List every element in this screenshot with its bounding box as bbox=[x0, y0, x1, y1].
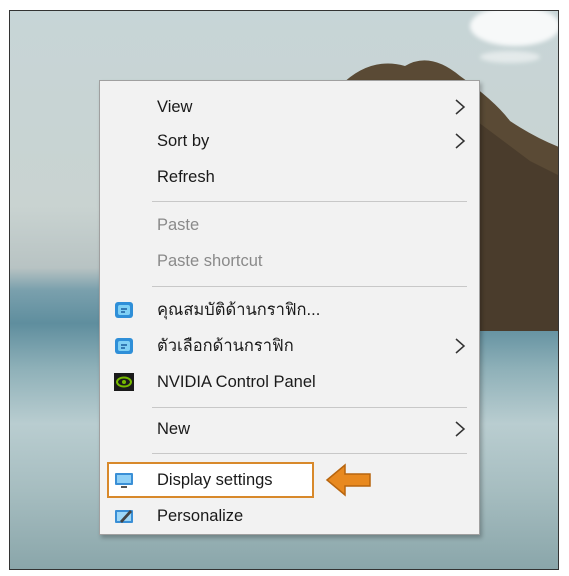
menu-item-label: Display settings bbox=[157, 470, 273, 489]
menu-item-display-settings[interactable]: Display settings bbox=[100, 463, 479, 497]
chevron-right-icon bbox=[455, 338, 466, 354]
display-icon bbox=[115, 473, 133, 488]
menu-separator bbox=[152, 201, 467, 202]
cloud bbox=[470, 11, 558, 46]
menu-separator bbox=[152, 407, 467, 408]
menu-item-nvidia-control-panel[interactable]: NVIDIA Control Panel bbox=[100, 365, 479, 399]
intel-graphics-icon bbox=[115, 338, 133, 354]
orange-arrow-icon bbox=[325, 463, 371, 497]
menu-item-label: ตัวเลือกด้านกราฟิก bbox=[157, 337, 294, 355]
menu-item-sort-by[interactable]: Sort by bbox=[100, 124, 479, 158]
chevron-right-icon bbox=[455, 421, 466, 437]
menu-item-label: Personalize bbox=[157, 506, 244, 525]
menu-item-graphics-options[interactable]: ตัวเลือกด้านกราฟิก bbox=[100, 329, 479, 363]
chevron-right-icon bbox=[455, 99, 466, 115]
menu-item-label: คุณสมบัติด้านกราฟิก... bbox=[157, 301, 321, 319]
menu-item-label: NVIDIA Control Panel bbox=[157, 372, 316, 391]
menu-item-label: Refresh bbox=[157, 167, 215, 186]
menu-separator bbox=[152, 286, 467, 287]
nvidia-icon bbox=[114, 373, 134, 391]
menu-item-new[interactable]: New bbox=[100, 412, 479, 446]
menu-item-paste-shortcut[interactable]: Paste shortcut bbox=[100, 244, 479, 278]
chevron-right-icon bbox=[455, 133, 466, 149]
menu-item-label: Paste bbox=[157, 215, 200, 234]
cloud bbox=[480, 51, 540, 63]
intel-graphics-icon bbox=[115, 302, 133, 318]
personalize-icon bbox=[115, 510, 133, 523]
menu-item-label: New bbox=[157, 419, 191, 438]
menu-item-label: View bbox=[157, 97, 193, 116]
menu-item-label: Paste shortcut bbox=[157, 251, 263, 270]
menu-item-refresh[interactable]: Refresh bbox=[100, 160, 479, 194]
menu-item-view[interactable]: View bbox=[100, 90, 479, 124]
menu-item-personalize[interactable]: Personalize bbox=[100, 499, 479, 533]
menu-item-label: Sort by bbox=[157, 131, 210, 150]
screenshot-frame: View Sort by Refresh Paste Paste shortcu… bbox=[9, 10, 559, 570]
menu-separator bbox=[152, 453, 467, 454]
menu-item-paste[interactable]: Paste bbox=[100, 208, 479, 242]
desktop-context-menu: View Sort by Refresh Paste Paste shortcu… bbox=[99, 80, 480, 535]
menu-item-graphics-properties[interactable]: คุณสมบัติด้านกราฟิก... bbox=[100, 293, 479, 327]
